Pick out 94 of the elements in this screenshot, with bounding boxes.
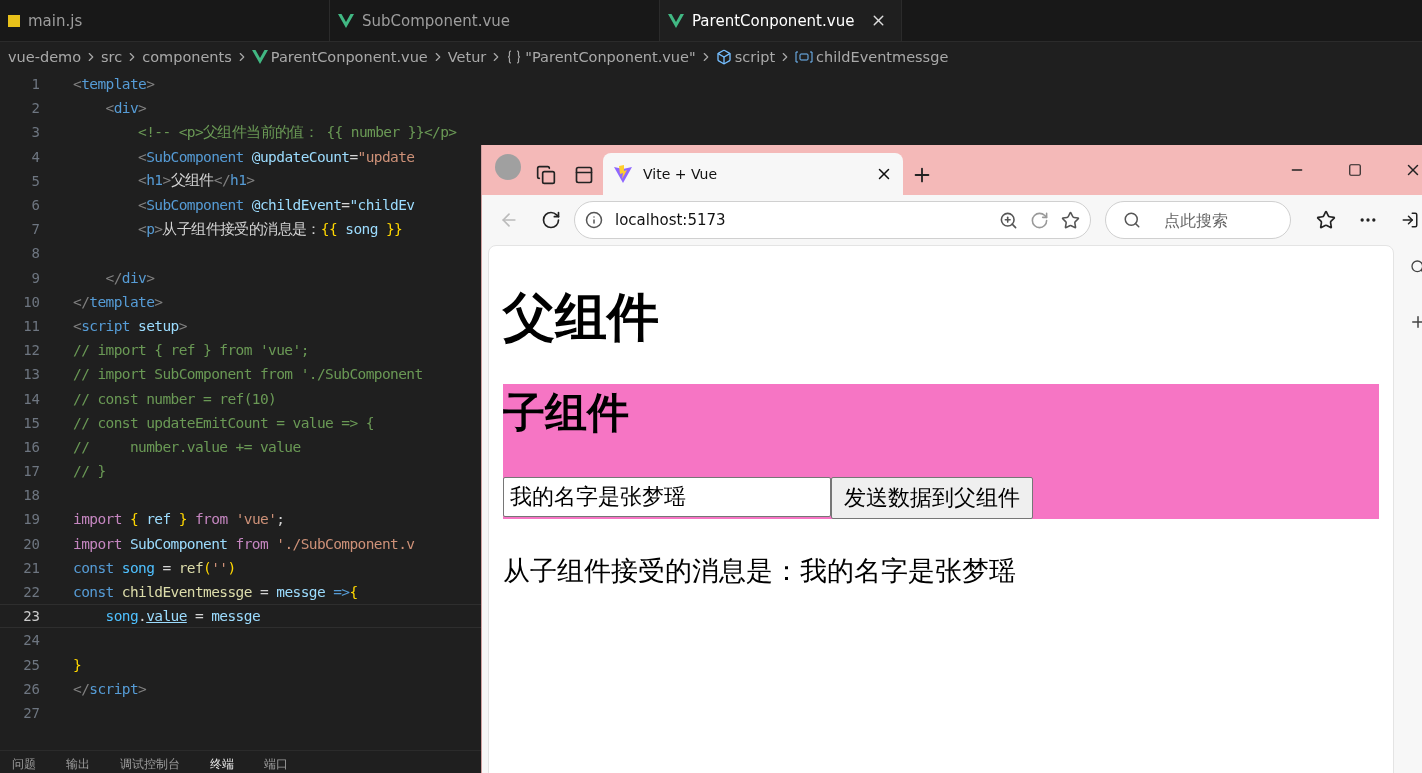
code-text: }: [73, 656, 82, 673]
line-number: 2: [30, 100, 41, 117]
code-text: // const updateEmitCount = value => {: [73, 414, 374, 431]
line-number: 26: [22, 680, 41, 697]
line-number: 21: [22, 559, 41, 576]
code-text: <div>: [104, 100, 147, 117]
code-text: </template>: [73, 293, 163, 310]
panel-tab[interactable]: 问题: [12, 756, 36, 773]
editor-tab[interactable]: ParentConponent.vue: [660, 0, 903, 41]
line-number: 16: [22, 438, 41, 455]
text-input[interactable]: 我的名字是张梦瑶: [503, 476, 831, 517]
line-number: 4: [30, 148, 41, 165]
line-number: 1: [30, 76, 41, 93]
line-number: 20: [22, 535, 41, 552]
vue-file-icon: [251, 50, 268, 64]
breadcrumb-item[interactable]: ParentConponent.vue: [270, 49, 428, 65]
code-text: // const number = ref(10): [73, 390, 277, 407]
code-text: // number.value += value: [73, 438, 301, 455]
send-button[interactable]: 发送数据到父组件: [831, 476, 1033, 519]
panel-tab[interactable]: 终端: [210, 756, 234, 773]
favorites-icon[interactable]: [1316, 210, 1336, 230]
line-number: 14: [22, 390, 41, 407]
panel-tab[interactable]: 调试控制台: [120, 756, 180, 773]
code-text: import SubComponent from './SubComponent.v: [73, 535, 415, 552]
code-text: song.value = messge: [104, 608, 260, 625]
line-number: 17: [22, 463, 41, 480]
search-field[interactable]: 点此搜索: [1105, 201, 1291, 239]
breadcrumb-item[interactable]: "ParentConponent.vue": [525, 49, 696, 65]
code-text: // import { ref } from 'vue';: [73, 342, 309, 359]
code-text: import { ref } from 'vue';: [73, 511, 285, 528]
sidebar-icon[interactable]: [574, 165, 594, 185]
line-number: 7: [30, 221, 41, 238]
line-number: 10: [22, 293, 41, 310]
breadcrumb-item[interactable]: Vetur: [447, 49, 487, 65]
code-text: const childEventmessge = messge =>{: [73, 584, 358, 601]
code-text: // import SubComponent from './SubComponent: [73, 366, 423, 383]
search-icon[interactable]: [1410, 259, 1422, 275]
js-file-icon: [8, 14, 20, 27]
breadcrumb-item[interactable]: components: [142, 49, 232, 65]
line-number: 3: [30, 124, 41, 141]
line-number: 5: [30, 172, 41, 189]
child-heading: 子组件: [503, 388, 630, 439]
line-number: 6: [30, 197, 41, 214]
line-number: 12: [22, 342, 41, 359]
url-text: localhost:5173: [615, 211, 727, 229]
add-icon[interactable]: [1409, 313, 1422, 331]
info-icon[interactable]: [585, 211, 603, 229]
code-text: <p>从子组件接受的消息是：{{ song }}: [137, 219, 403, 239]
code-text: <template>: [73, 76, 155, 93]
code-text: <script setup>: [73, 317, 187, 334]
code-text: </div>: [104, 269, 155, 286]
tabs-icon[interactable]: [536, 165, 556, 185]
browser-tab[interactable]: Vite + Vue: [603, 153, 903, 195]
code-text: <SubComponent @childEvent="childEv: [137, 197, 415, 214]
address-bar[interactable]: localhost:5173: [574, 201, 1091, 239]
line-number: 13: [22, 366, 41, 383]
line-number: 24: [22, 632, 41, 649]
breadcrumb-item[interactable]: script: [734, 49, 776, 65]
variable-icon: [795, 50, 814, 64]
reload-icon[interactable]: [541, 210, 561, 230]
message-text: 从子组件接受的消息是：我的名字是张梦瑶: [503, 553, 1017, 588]
code-text: <SubComponent @updateCount="update: [137, 148, 415, 165]
breadcrumb-item[interactable]: vue-demo: [8, 49, 82, 65]
tab-title: Vite + Vue: [643, 166, 718, 182]
panel-tab[interactable]: 输出: [66, 756, 90, 773]
line-number: 23: [22, 608, 41, 625]
line-number: 19: [22, 511, 41, 528]
panel-tab[interactable]: 端口: [264, 756, 288, 773]
vue-file-icon: [338, 13, 354, 28]
line-number: 15: [22, 414, 41, 431]
vue-file-icon: [668, 13, 684, 28]
breadcrumb-item[interactable]: src: [101, 49, 123, 65]
code-text: const song = ref(''): [73, 559, 236, 576]
code-text: // }: [73, 463, 106, 480]
star-icon[interactable]: [1061, 210, 1080, 230]
line-number: 27: [22, 704, 41, 721]
line-number: 11: [22, 317, 41, 334]
braces-icon: [506, 49, 523, 65]
search-icon: [1123, 211, 1141, 229]
maximize-icon[interactable]: [1348, 163, 1362, 177]
code-text: <h1>父组件</h1>: [137, 171, 255, 191]
line-number: 25: [22, 656, 41, 673]
code-text: </script>: [73, 680, 147, 697]
vite-logo-icon: [613, 164, 633, 184]
cube-icon: [715, 49, 732, 65]
page-heading: 父组件: [503, 286, 660, 349]
breadcrumb-item[interactable]: childEventmessge: [816, 49, 949, 65]
line-number: 18: [22, 487, 41, 504]
line-number: 9: [30, 269, 41, 286]
refresh-circle-icon[interactable]: [1030, 210, 1049, 230]
zoom-icon[interactable]: [999, 210, 1018, 230]
code-text: <!-- <p>父组件当前的值： {{ number }}</p>: [137, 122, 457, 142]
line-number: 8: [30, 245, 41, 262]
line-number: 22: [22, 584, 41, 601]
